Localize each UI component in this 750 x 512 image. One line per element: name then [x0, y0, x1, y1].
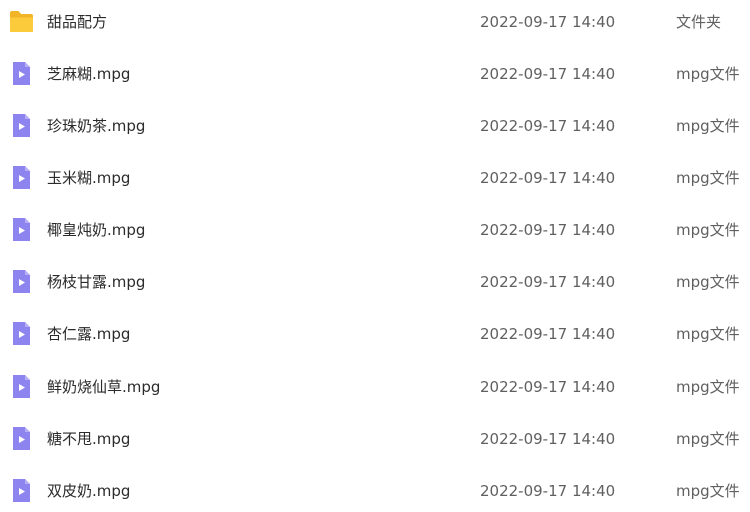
video-file-icon: [9, 113, 34, 138]
file-name: 双皮奶.mpg: [47, 482, 131, 500]
file-row[interactable]: 杏仁露.mpg 2022-09-17 14:40 mpg文件: [0, 312, 750, 356]
file-name: 玉米糊.mpg: [47, 169, 131, 187]
file-type: mpg文件: [676, 378, 740, 396]
video-file-icon: [9, 61, 34, 86]
file-modified-date: 2022-09-17 14:40: [480, 325, 616, 343]
file-name: 鲜奶烧仙草.mpg: [47, 378, 161, 396]
file-type: mpg文件: [676, 65, 740, 83]
file-name: 芝麻糊.mpg: [47, 65, 131, 83]
video-file-icon: [9, 478, 34, 503]
video-file-icon: [9, 165, 34, 190]
folder-icon: [9, 9, 34, 34]
file-type: mpg文件: [676, 221, 740, 239]
file-type: 文件夹: [676, 13, 722, 31]
file-row[interactable]: 芝麻糊.mpg 2022-09-17 14:40 mpg文件: [0, 52, 750, 96]
file-row[interactable]: 珍珠奶茶.mpg 2022-09-17 14:40 mpg文件: [0, 104, 750, 148]
file-list: 甜品配方 2022-09-17 14:40 文件夹 芝麻糊.mpg 2022-0…: [0, 0, 750, 512]
file-modified-date: 2022-09-17 14:40: [480, 378, 616, 396]
file-modified-date: 2022-09-17 14:40: [480, 430, 616, 448]
file-type: mpg文件: [676, 325, 740, 343]
video-file-icon: [9, 217, 34, 242]
file-type: mpg文件: [676, 169, 740, 187]
file-row[interactable]: 杨枝甘露.mpg 2022-09-17 14:40 mpg文件: [0, 260, 750, 304]
file-row[interactable]: 玉米糊.mpg 2022-09-17 14:40 mpg文件: [0, 156, 750, 200]
file-modified-date: 2022-09-17 14:40: [480, 221, 616, 239]
video-file-icon: [9, 321, 34, 346]
file-type: mpg文件: [676, 482, 740, 500]
video-file-icon: [9, 269, 34, 294]
file-modified-date: 2022-09-17 14:40: [480, 169, 616, 187]
file-row[interactable]: 鲜奶烧仙草.mpg 2022-09-17 14:40 mpg文件: [0, 365, 750, 409]
file-modified-date: 2022-09-17 14:40: [480, 273, 616, 291]
file-row[interactable]: 双皮奶.mpg 2022-09-17 14:40 mpg文件: [0, 469, 750, 512]
file-type: mpg文件: [676, 117, 740, 135]
video-file-icon: [9, 426, 34, 451]
file-type: mpg文件: [676, 273, 740, 291]
file-name: 杏仁露.mpg: [47, 325, 131, 343]
file-name: 糖不甩.mpg: [47, 430, 131, 448]
file-row[interactable]: 椰皇炖奶.mpg 2022-09-17 14:40 mpg文件: [0, 208, 750, 252]
file-row-folder[interactable]: 甜品配方 2022-09-17 14:40 文件夹: [0, 0, 750, 44]
file-name: 甜品配方: [47, 13, 108, 31]
file-name: 珍珠奶茶.mpg: [47, 117, 146, 135]
file-name: 椰皇炖奶.mpg: [47, 221, 146, 239]
file-name: 杨枝甘露.mpg: [47, 273, 146, 291]
file-modified-date: 2022-09-17 14:40: [480, 65, 616, 83]
video-file-icon: [9, 374, 34, 399]
file-type: mpg文件: [676, 430, 740, 448]
file-modified-date: 2022-09-17 14:40: [480, 117, 616, 135]
file-modified-date: 2022-09-17 14:40: [480, 13, 616, 31]
file-row[interactable]: 糖不甩.mpg 2022-09-17 14:40 mpg文件: [0, 417, 750, 461]
file-modified-date: 2022-09-17 14:40: [480, 482, 616, 500]
